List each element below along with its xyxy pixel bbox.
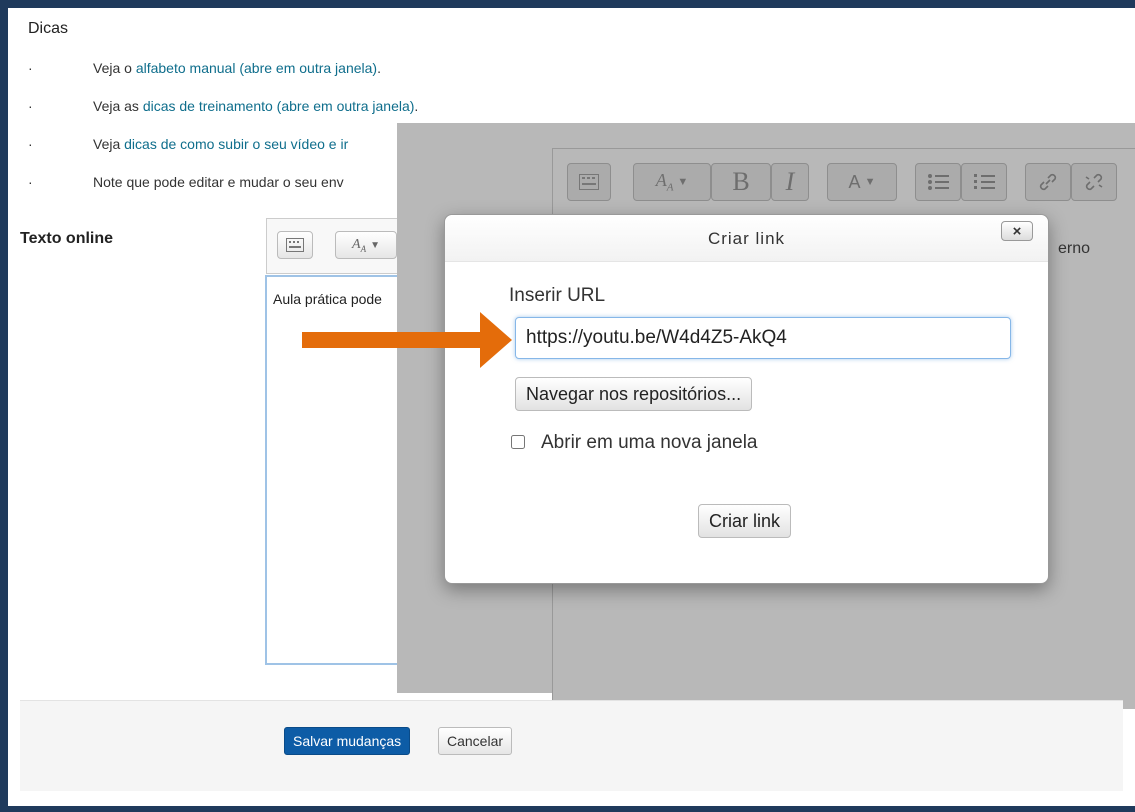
dialog-title: Criar link [707, 229, 786, 248]
new-window-label: Abrir em uma nova janela [541, 432, 758, 453]
background-text: erno [1058, 240, 1091, 257]
italic-icon: I [771, 163, 809, 201]
create-link-button[interactable]: Criar link [698, 504, 792, 538]
tip-link-treinamento[interactable]: dicas de treinamento (abre em outra jane… [143, 98, 415, 114]
form-actions: Salvar mudanças Cancelar [20, 700, 1123, 791]
annotation-arrow-icon [302, 312, 512, 368]
bold-icon: B [711, 163, 771, 201]
create-link-dialog: Criar link × Inserir URL Navegar nos rep… [444, 214, 1049, 584]
dicas-heading: Dicas [28, 20, 69, 37]
tip-link-alfabeto[interactable]: alfabeto manual (abre em outra janela) [136, 60, 377, 76]
bullet: · [28, 136, 33, 152]
font-size-icon: AA ▼ [633, 163, 711, 201]
unlink-icon [1071, 163, 1117, 201]
url-input[interactable] [515, 317, 1011, 359]
ordered-list-icon [961, 163, 1007, 201]
editor-toolbar: AA ▼ [266, 218, 408, 274]
texto-online-label: Texto online [20, 230, 114, 247]
tip-suffix: . [414, 98, 419, 114]
save-button[interactable]: Salvar mudanças [284, 727, 411, 755]
bullet: · [28, 60, 33, 76]
bullet: · [28, 98, 33, 114]
font-size-icon[interactable]: AA ▼ [335, 231, 397, 259]
link-icon [1025, 163, 1071, 201]
new-window-checkbox[interactable] [511, 435, 525, 449]
cancel-button[interactable]: Cancelar [438, 727, 513, 755]
font-color-icon: A ▼ [827, 163, 897, 201]
keyboard-icon[interactable] [277, 231, 313, 259]
editor-content: Aula prática pode [273, 291, 382, 307]
unordered-list-icon [915, 163, 961, 201]
url-label: Inserir URL [509, 285, 606, 306]
keyboard-icon [567, 163, 611, 201]
tip-text: Note que pode editar e mudar o seu env [93, 174, 344, 190]
dialog-header: Criar link × [445, 215, 1048, 262]
browse-repositories-button[interactable]: Navegar nos repositórios... [515, 377, 753, 411]
tip-link-video[interactable]: dicas de como subir o seu vídeo e ir [124, 136, 348, 152]
tip-text: Veja as [93, 98, 143, 114]
tip-text: Veja o [93, 60, 136, 76]
tip-text: Veja [93, 136, 125, 152]
tip-suffix: . [377, 60, 381, 76]
bullet: · [28, 174, 33, 190]
close-button[interactable]: × [1001, 221, 1033, 241]
